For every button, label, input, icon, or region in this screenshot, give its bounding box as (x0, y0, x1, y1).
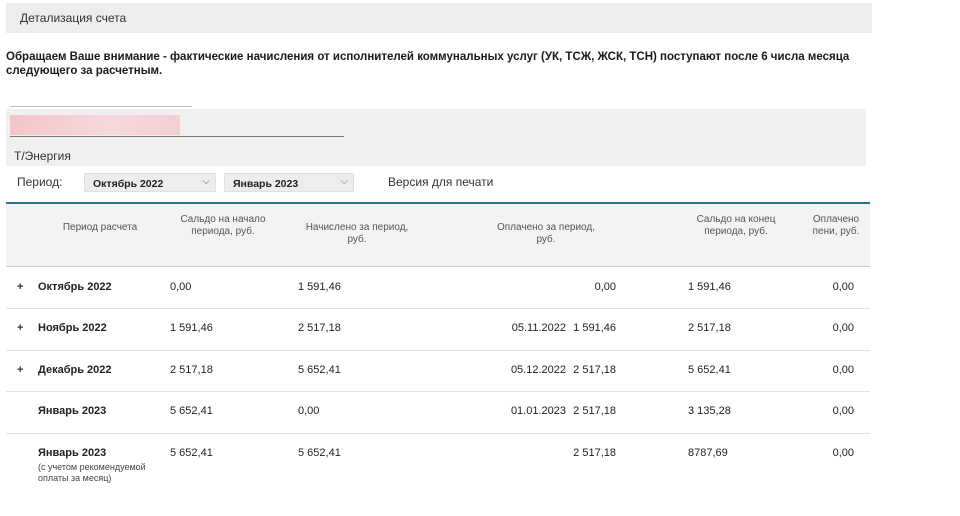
row-period: Январь 2023 (38, 447, 107, 459)
header-period: Период расчета (62, 222, 138, 233)
row-period: Ноябрь 2022 (38, 322, 107, 334)
row-paid: 0,00 (594, 281, 616, 293)
header-charged: Начислено за период, руб. (305, 222, 409, 245)
row-start-balance: 5 652,41 (170, 405, 213, 417)
redacted-address (10, 115, 180, 135)
expand-icon[interactable]: + (17, 364, 23, 376)
row-penalty: 0,00 (832, 405, 854, 417)
period-from-select[interactable]: Октябрь 2022 ⌵ (84, 173, 216, 192)
row-penalty: 0,00 (832, 447, 854, 459)
row-charged: 1 591,46 (298, 281, 341, 293)
period-to-value: Январь 2023 (233, 178, 299, 190)
expand-icon[interactable]: + (17, 281, 23, 293)
row-start-balance: 1 591,46 (170, 322, 213, 334)
row-charged: 0,00 (298, 405, 320, 417)
row-note: (с учетом рекомендуемой оплаты за месяц) (38, 462, 146, 483)
row-paid: 2 517,18 (573, 364, 616, 376)
table-header: Период расчета Сальдо на начало периода,… (6, 204, 870, 266)
row-paid: 1 591,46 (573, 322, 616, 334)
row-penalty: 0,00 (832, 364, 854, 376)
row-paid: 2 517,18 (573, 405, 616, 417)
provider-name: Т/Энергия (14, 149, 71, 163)
row-start-balance: 0,00 (170, 281, 192, 293)
row-start-balance: 5 652,41 (170, 447, 213, 459)
chevron-down-icon: ⌵ (202, 176, 210, 187)
table-row[interactable]: + Декабрь 2022 2 517,18 5 652,41 05.12.2… (6, 351, 870, 392)
row-start-balance: 2 517,18 (170, 364, 213, 376)
notice-text: Обращаем Ваше внимание - фактические нач… (6, 51, 850, 77)
table-row[interactable]: + Октябрь 2022 0,00 1 591,46 0,00 1 591,… (6, 267, 870, 309)
row-period: Декабрь 2022 (38, 364, 112, 376)
table-row[interactable]: Январь 2023 (с учетом рекомендуемой опла… (6, 434, 870, 510)
row-period: Январь 2023 (38, 405, 107, 417)
header-start-balance: Сальдо на начало периода, руб. (180, 214, 266, 237)
row-penalty: 0,00 (832, 281, 854, 293)
row-charged: 2 517,18 (298, 322, 341, 334)
row-end-balance: 2 517,18 (688, 322, 731, 334)
period-from-value: Октябрь 2022 (93, 178, 164, 190)
row-penalty: 0,00 (832, 322, 854, 334)
page-title-bar: Детализация счета (6, 3, 872, 33)
row-paid: 2 517,18 (573, 447, 616, 459)
divider (10, 106, 192, 107)
period-label: Период: (17, 175, 63, 189)
header-end-balance: Сальдо на конец периода, руб. (696, 214, 776, 237)
header-paid: Оплачено за период, руб. (496, 222, 595, 245)
row-charged: 5 652,41 (298, 364, 341, 376)
table-row[interactable]: Январь 2023 5 652,41 0,00 01.01.2023 2 5… (6, 392, 870, 434)
row-charged: 5 652,41 (298, 447, 341, 459)
row-end-balance: 1 591,46 (688, 281, 731, 293)
print-version-link[interactable]: Версия для печати (388, 175, 493, 189)
table-row[interactable]: + Ноябрь 2022 1 591,46 2 517,18 05.11.20… (6, 309, 870, 351)
row-period: Октябрь 2022 (38, 281, 112, 293)
row-end-balance: 5 652,41 (688, 364, 731, 376)
divider (10, 136, 344, 137)
period-to-select[interactable]: Январь 2023 ⌵ (224, 173, 354, 192)
row-end-balance: 8787,69 (688, 447, 728, 459)
row-end-balance: 3 135,28 (688, 405, 731, 417)
expand-icon[interactable]: + (17, 322, 23, 334)
header-penalty: Оплачено пени, руб. (812, 214, 860, 237)
page-title: Детализация счета (20, 11, 127, 25)
chevron-down-icon: ⌵ (340, 176, 348, 187)
